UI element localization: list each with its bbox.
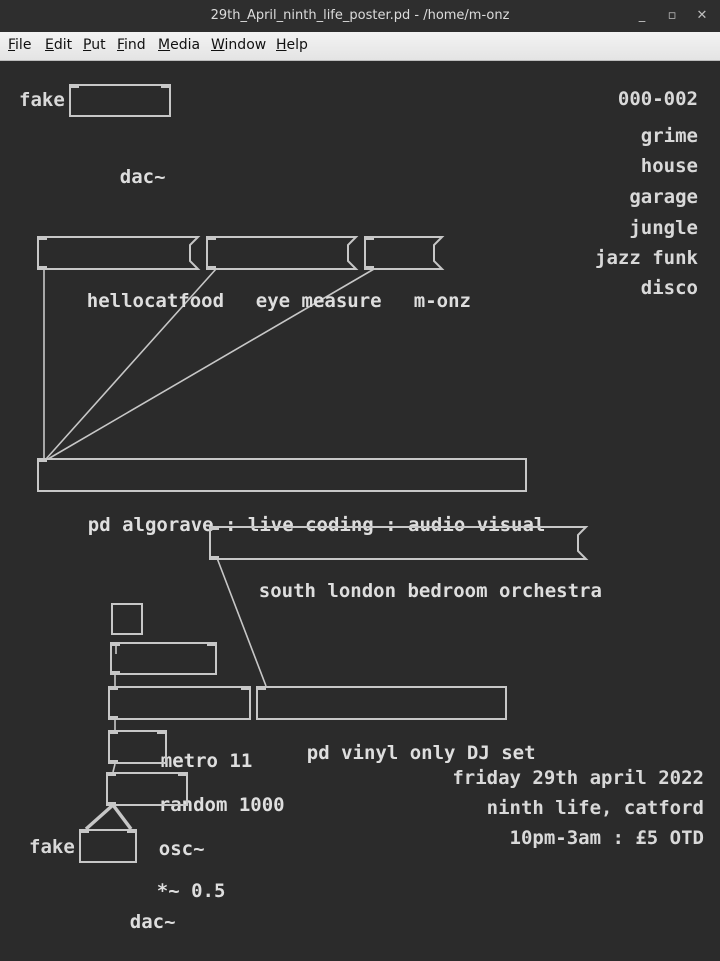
patch-canvas[interactable]: fake dac~ 000-002 grime house garage jun… <box>0 61 720 933</box>
fake-label-top: fake <box>19 89 65 111</box>
menu-edit[interactable]: Edit <box>45 37 72 53</box>
inlet[interactable] <box>127 829 137 833</box>
maximize-icon[interactable]: ▫ <box>662 6 682 26</box>
inlet[interactable] <box>178 772 188 776</box>
outlet[interactable] <box>108 716 118 720</box>
menu-help[interactable]: Help <box>276 37 308 53</box>
message-text: eye measure <box>255 290 382 312</box>
menu-media[interactable]: Media <box>158 37 200 53</box>
event-time: 10pm-3am : £5 OTD <box>509 827 704 849</box>
dac-object-top[interactable]: dac~ <box>69 84 171 188</box>
object-text: metro 11 <box>160 750 253 772</box>
event-venue: ninth life, catford <box>486 797 704 819</box>
inlet[interactable] <box>157 730 167 734</box>
inlet[interactable] <box>106 772 116 776</box>
inlet[interactable] <box>160 84 171 88</box>
object-text: pd vinyl only DJ set <box>306 742 536 764</box>
genre-grime: grime <box>640 125 698 147</box>
object-pd-vinyl[interactable]: pd vinyl only DJ set <box>256 686 536 764</box>
message-m-onz[interactable]: m-onz <box>364 236 471 312</box>
close-icon[interactable]: ✕ <box>692 6 712 26</box>
object-text: *~ 0.5 <box>156 880 226 902</box>
message-text: hellocatfood <box>86 290 225 312</box>
dac-object-bottom[interactable]: dac~ <box>79 829 176 933</box>
genre-jazz-funk: jazz funk <box>595 247 698 269</box>
object-text: osc~ <box>158 838 205 860</box>
inlet[interactable] <box>207 642 217 646</box>
genre-jungle: jungle <box>629 217 698 239</box>
minimize-icon[interactable]: _ <box>632 6 652 26</box>
menu-put[interactable]: Put <box>83 37 106 53</box>
catalog-number: 000-002 <box>617 88 698 110</box>
genre-disco: disco <box>640 277 698 299</box>
title-bar: 29th_April_ninth_life_poster.pd - /home/… <box>0 0 720 32</box>
inlet[interactable] <box>108 730 118 734</box>
inlet[interactable] <box>110 642 120 646</box>
menu-window[interactable]: Window <box>211 37 266 53</box>
message-text: south london bedroom orchestra <box>258 580 602 602</box>
outlet[interactable] <box>108 760 118 764</box>
object-pd-algorave[interactable]: pd algorave : live coding : audio visual <box>37 458 545 536</box>
menu-find[interactable]: Find <box>117 37 146 53</box>
inlet[interactable] <box>79 829 89 833</box>
message-text: m-onz <box>413 290 471 312</box>
message-eye-measure[interactable]: eye measure <box>206 236 382 312</box>
genre-house: house <box>640 155 698 177</box>
inlet[interactable] <box>256 686 266 690</box>
inlet[interactable] <box>69 84 79 88</box>
inlet[interactable] <box>241 686 251 690</box>
outlet[interactable] <box>106 802 116 806</box>
inlet[interactable] <box>37 458 47 462</box>
message-hellocatfood[interactable]: hellocatfood <box>37 236 224 312</box>
object-metro[interactable]: metro 11 <box>110 642 252 772</box>
event-date: friday 29th april 2022 <box>452 767 704 789</box>
menu-bar: File Edit Put Find Media Window Help <box>0 32 720 61</box>
genre-garage: garage <box>629 186 698 208</box>
object-random[interactable]: random 1000 <box>108 686 285 816</box>
inlet[interactable] <box>108 686 118 690</box>
outlet[interactable] <box>110 671 120 675</box>
dac-label: dac~ <box>129 911 176 933</box>
menu-file[interactable]: File <box>8 37 31 53</box>
object-osc[interactable]: osc~ <box>108 730 205 860</box>
dac-label: dac~ <box>119 166 166 188</box>
bang-button[interactable] <box>111 603 143 635</box>
object-multiply[interactable]: *~ 0.5 <box>106 772 225 902</box>
message-south-london[interactable]: south london bedroom orchestra <box>209 526 602 602</box>
cord-mult-dac-left <box>84 803 115 831</box>
window-title: 29th_April_ninth_life_poster.pd - /home/… <box>210 8 510 23</box>
fake-label-bottom: fake <box>29 836 75 858</box>
